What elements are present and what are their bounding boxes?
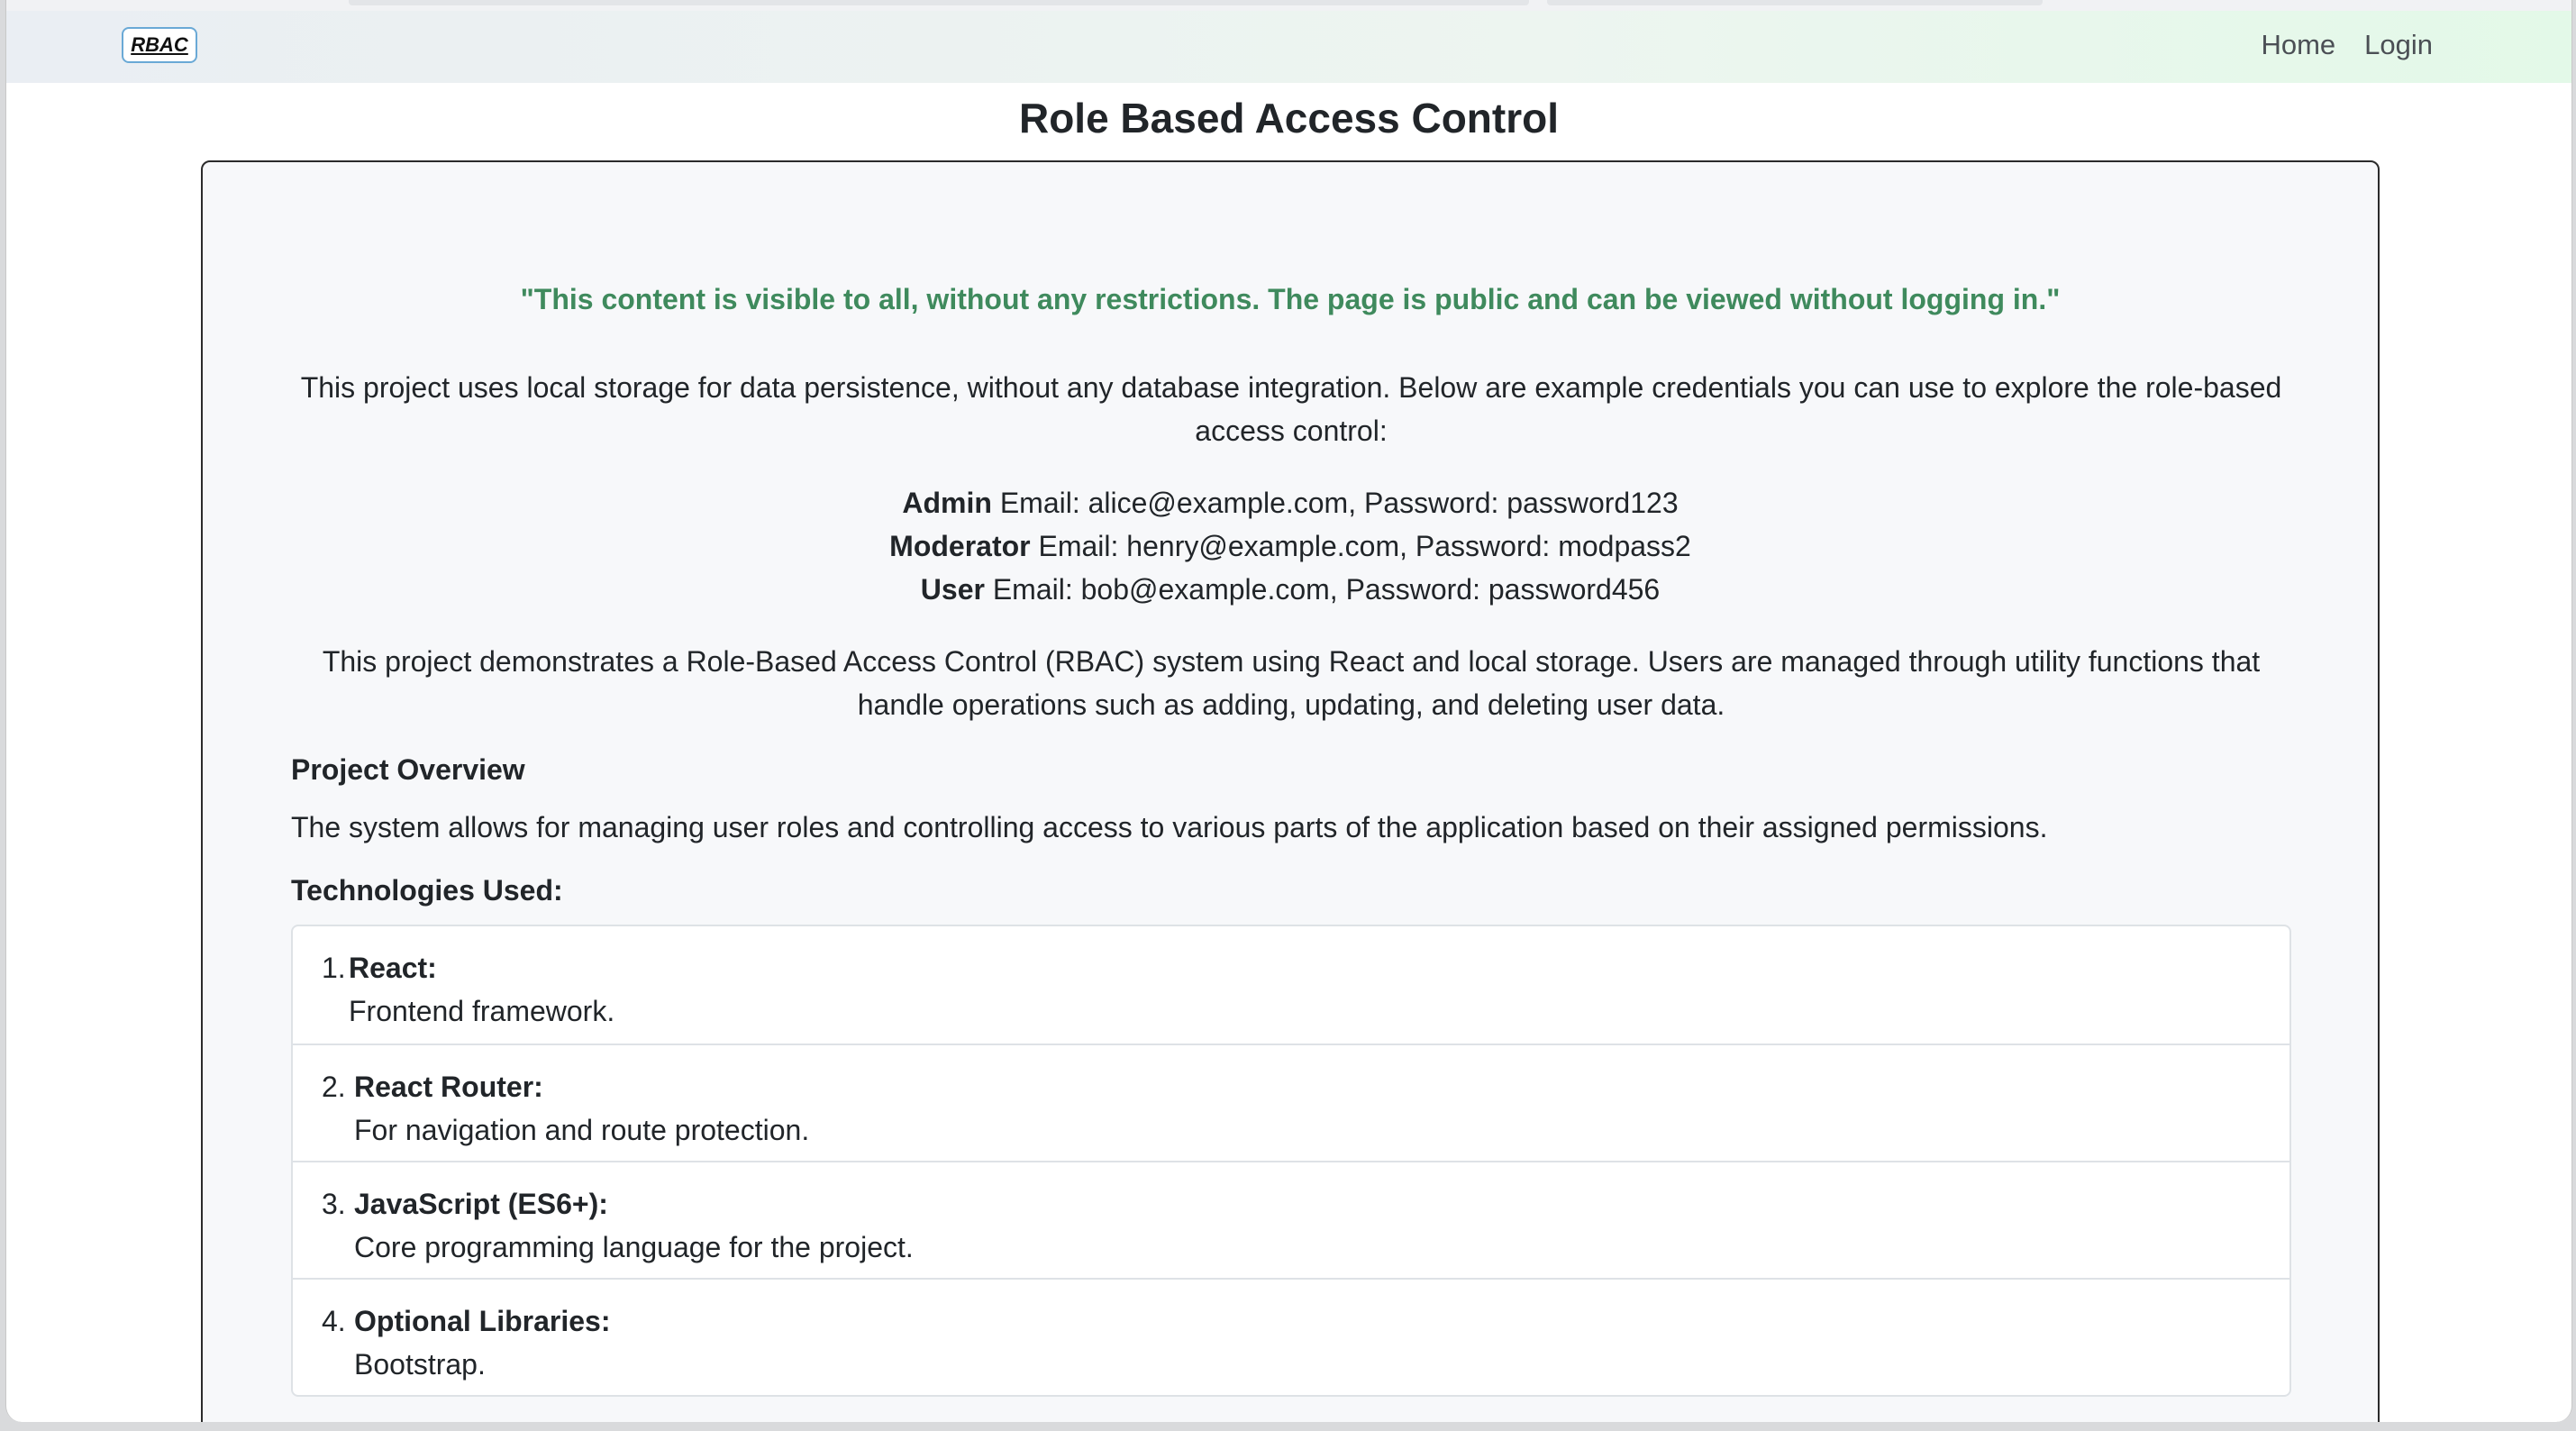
scroll-shadow [349, 0, 1529, 5]
nav-home-link[interactable]: Home [2261, 29, 2335, 61]
item-description: Frontend framework. [349, 995, 615, 1027]
item-description: Core programming language for the projec… [354, 1231, 914, 1263]
credentials-list: Admin Email: alice@example.com, Password… [203, 481, 2378, 611]
credential-row: User Email: bob@example.com, Password: p… [203, 568, 2378, 611]
credential-role: Admin [902, 487, 992, 519]
item-name: React Router: [354, 1071, 543, 1103]
overview-heading: Project Overview [291, 753, 525, 786]
intro-paragraph: This project uses local storage for data… [300, 371, 2282, 447]
nav-login-link[interactable]: Login [2364, 29, 2433, 61]
item-number: 2. [322, 1071, 346, 1103]
credential-text: Email: bob@example.com, Password: passwo… [992, 573, 1661, 606]
list-item: 4. Optional Libraries: Bootstrap. [293, 1278, 2289, 1395]
item-number: 1. [322, 952, 346, 984]
description-paragraph: This project demonstrates a Role-Based A… [322, 645, 2261, 721]
item-name: JavaScript (ES6+): [354, 1188, 608, 1220]
overview-text: The system allows for managing user role… [291, 811, 2048, 843]
credential-role: Moderator [889, 530, 1031, 562]
credential-role: User [920, 573, 985, 606]
credential-row: Admin Email: alice@example.com, Password… [203, 481, 2378, 524]
brand-logo[interactable]: RBAC [122, 27, 197, 63]
item-number: 3. [322, 1188, 346, 1220]
content-card: "This content is visible to all, without… [201, 160, 2380, 1422]
technologies-heading: Technologies Used: [291, 874, 563, 907]
scroll-shadow [1547, 0, 2043, 5]
browser-top-strip [6, 0, 2571, 11]
technologies-list: 1. React: Frontend framework. 2. React R… [291, 925, 2291, 1397]
credential-text: Email: henry@example.com, Password: modp… [1038, 530, 1691, 562]
credential-row: Moderator Email: henry@example.com, Pass… [203, 524, 2378, 568]
item-description: For navigation and route protection. [354, 1114, 810, 1146]
list-item: 3. JavaScript (ES6+): Core programming l… [293, 1161, 2289, 1278]
list-item: 2. React Router: For navigation and rout… [293, 1044, 2289, 1161]
nav-links: Home Login [2261, 29, 2433, 61]
credential-text: Email: alice@example.com, Password: pass… [999, 487, 1679, 519]
navbar: RBAC Home Login [6, 11, 2571, 83]
list-item: 1. React: Frontend framework. [293, 926, 2289, 1044]
browser-window: RBAC Home Login Role Based Access Contro… [5, 0, 2572, 1422]
page-title: Role Based Access Control [1018, 95, 1560, 141]
item-name: React: [349, 952, 437, 984]
item-name: Optional Libraries: [354, 1305, 611, 1337]
item-number: 4. [322, 1305, 346, 1337]
item-description: Bootstrap. [354, 1348, 486, 1381]
public-notice: "This content is visible to all, without… [520, 283, 2061, 315]
